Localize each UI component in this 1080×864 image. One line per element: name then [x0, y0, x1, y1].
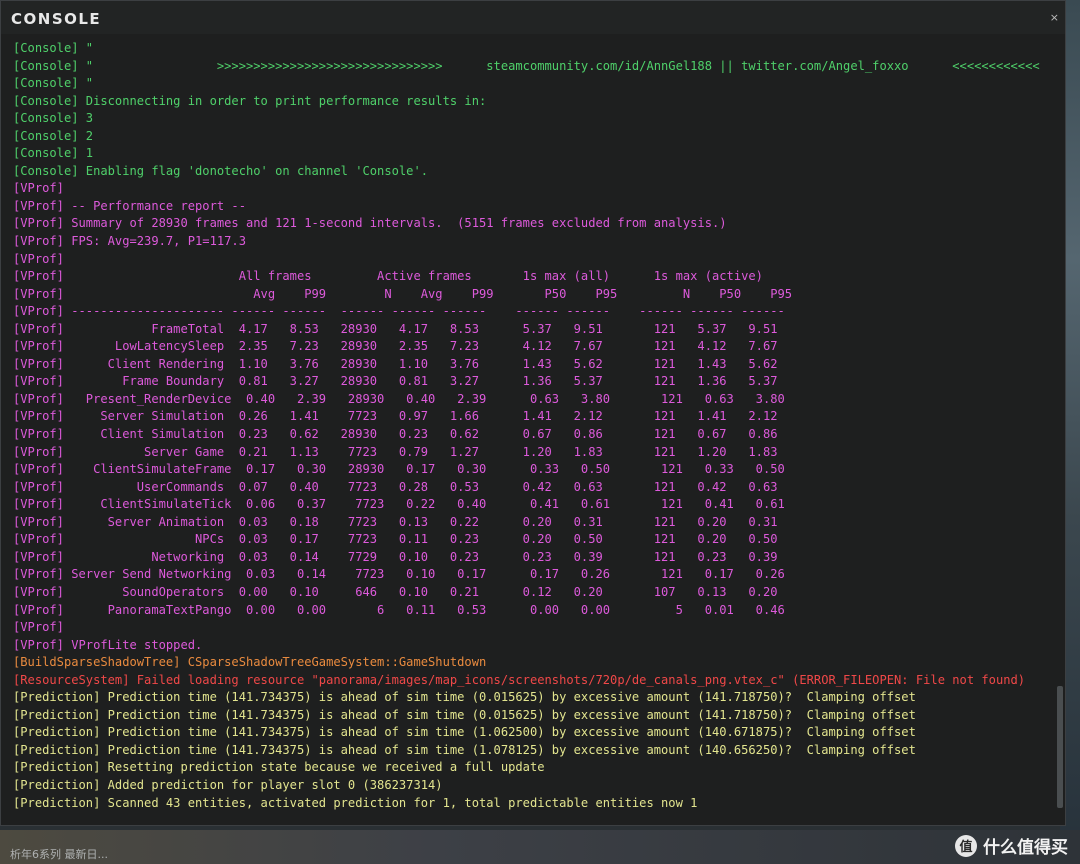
log-line: [VProf] [13, 251, 64, 266]
log-line: [Console] " [13, 41, 94, 55]
log-line: [Prediction] Prediction time (141.734375… [13, 707, 916, 722]
log-line: [VProf] Client Simulation 0.23 0.62 2893… [13, 427, 778, 442]
background-game-bottom: 析年6系列 最新日... [0, 830, 1080, 864]
log-line: [VProf] PanoramaTextPango 0.00 0.00 6 0.… [13, 602, 785, 617]
log-line: [Prediction] Prediction time (141.734375… [13, 690, 916, 705]
log-line: [Prediction] Scanned 43 entities, activa… [13, 795, 698, 810]
log-line: [BuildSparseShadowTree] CSparseShadowTre… [13, 655, 487, 670]
close-icon[interactable]: × [1050, 11, 1059, 24]
console-scrollbar[interactable] [1057, 41, 1063, 811]
background-bottom-text: 析年6系列 最新日... [10, 848, 108, 861]
log-line: [VProf] Present_RenderDevice 0.40 2.39 2… [13, 391, 785, 406]
log-line: [Prediction] Resetting prediction state … [13, 760, 545, 775]
log-line: [VProf] Server Send Networking 0.03 0.14… [13, 567, 785, 582]
log-line: [VProf] Avg P99 N Avg P99 P50 P95 N P50 … [13, 286, 793, 301]
log-line: [VProf] [13, 181, 64, 196]
log-line: [VProf] FPS: Avg=239.7, P1=117.3 [13, 234, 246, 249]
log-line: [VProf] ClientSimulateTick 0.06 0.37 772… [13, 497, 785, 512]
log-line: [Console] Enabling flag 'donotecho' on c… [13, 163, 429, 178]
console-title-bar[interactable]: CONSOLE × [1, 1, 1065, 34]
log-line: [Console] Disconnecting in order to prin… [13, 93, 487, 108]
log-line: [VProf] All frames Active frames 1s max … [13, 269, 763, 284]
scrollbar-thumb[interactable] [1057, 686, 1063, 808]
log-line: [VProf] LowLatencySleep 2.35 7.23 28930 … [13, 339, 778, 354]
log-line: [VProf] Summary of 28930 frames and 121 … [13, 216, 727, 231]
log-line: [VProf] ClientSimulateFrame 0.17 0.30 28… [13, 462, 785, 477]
log-line: [Console] 1 [13, 146, 94, 161]
log-line: [Console] " [13, 76, 94, 91]
log-line: [VProf] -- Performance report -- [13, 198, 246, 213]
log-line: [VProf] VProfLite stopped. [13, 637, 203, 652]
log-line: [Console] " >>>>>>>>>>>>>>>>>>>>>>>>>>>>… [13, 58, 1040, 73]
log-line: [VProf] NPCs 0.03 0.17 7723 0.11 0.23 0.… [13, 532, 778, 547]
console-window: CONSOLE × [Console] " [Console] " >>>>>>>… [0, 0, 1066, 826]
log-line: [VProf] FrameTotal 4.17 8.53 28930 4.17 … [13, 321, 778, 336]
log-line: [Prediction] Added prediction for player… [13, 777, 443, 792]
log-line: [VProf] SoundOperators 0.00 0.10 646 0.1… [13, 584, 778, 599]
log-line: [Console] 2 [13, 128, 94, 143]
log-line: [VProf] [13, 620, 64, 635]
log-line: [VProf] --------------------- ------ ---… [13, 304, 785, 319]
log-line: [ResourceSystem] Failed loading resource… [13, 672, 1026, 687]
watermark-text: 什么值得买 [983, 838, 1068, 858]
log-line: [VProf] Server Game 0.21 1.13 7723 0.79 … [13, 444, 778, 459]
log-line: [VProf] Server Simulation 0.26 1.41 7723… [13, 409, 778, 424]
console-log[interactable]: [Console] " [Console] " >>>>>>>>>>>>>>>>>… [13, 40, 1051, 815]
watermark: 值 什么值得买 [955, 833, 1068, 858]
log-line: [Prediction] Prediction time (141.734375… [13, 742, 916, 757]
log-line: [VProf] Client Rendering 1.10 3.76 28930… [13, 356, 778, 371]
log-line: [VProf] Server Animation 0.03 0.18 7723 … [13, 514, 778, 529]
log-line: [Prediction] Prediction time (141.734375… [13, 725, 916, 740]
log-line: [VProf] Networking 0.03 0.14 7729 0.10 0… [13, 549, 778, 564]
console-title: CONSOLE [11, 10, 102, 28]
watermark-logo-icon: 值 [955, 834, 977, 857]
log-line: [Console] 3 [13, 111, 94, 126]
log-line: [VProf] UserCommands 0.07 0.40 7723 0.28… [13, 479, 778, 494]
log-line: [VProf] Frame Boundary 0.81 3.27 28930 0… [13, 374, 778, 389]
